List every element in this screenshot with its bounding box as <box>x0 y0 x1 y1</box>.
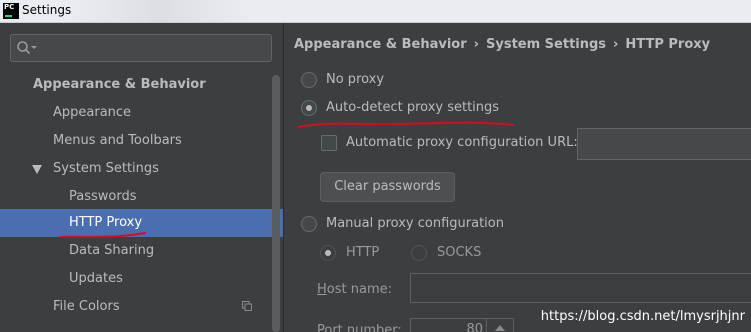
sidebar-item-passwords[interactable]: Passwords <box>0 183 272 211</box>
port-number-label: Port number: <box>317 323 402 332</box>
sidebar-item-appearance[interactable]: Appearance <box>0 99 272 127</box>
pycharm-app-icon: PC <box>3 3 19 19</box>
sidebar-item-http-proxy[interactable]: HTTP Proxy <box>0 209 283 237</box>
auto-detect-label[interactable]: Auto-detect proxy settings <box>326 100 499 115</box>
blurred-title-area <box>70 0 250 22</box>
host-name-input[interactable] <box>410 273 751 303</box>
host-name-mnemonic: H <box>317 282 327 297</box>
sidebar-item-label: Updates <box>69 271 123 286</box>
sidebar-item-label: Menus and Toolbars <box>53 133 182 148</box>
no-proxy-label[interactable]: No proxy <box>326 72 384 87</box>
sidebar-item-updates[interactable]: Updates <box>0 265 272 293</box>
port-number-value: 80 <box>466 322 483 332</box>
search-input[interactable] <box>10 34 272 62</box>
sidebar-item-label: HTTP Proxy <box>69 215 143 230</box>
spinner-up-icon[interactable] <box>486 319 513 332</box>
no-proxy-radio[interactable] <box>301 72 317 88</box>
sidebar-scrollbar[interactable] <box>272 75 280 332</box>
breadcrumb-separator: › <box>613 37 619 52</box>
socks-radio[interactable] <box>411 245 427 261</box>
breadcrumb-item: System Settings <box>486 37 607 52</box>
host-name-label-text: ost name: <box>326 282 392 297</box>
breadcrumb-item: Appearance & Behavior <box>294 37 467 52</box>
http-label[interactable]: HTTP <box>346 245 379 260</box>
sidebar-item-system-settings[interactable]: System Settings <box>0 155 272 183</box>
sidebar-item-label: File Colors <box>53 299 120 314</box>
window-title: Settings <box>22 3 72 17</box>
watermark: https://blog.csdn.net/lmysrjhjnr <box>540 309 745 324</box>
port-number-spinner[interactable]: 80 <box>410 318 514 332</box>
sidebar-item-label: System Settings <box>53 161 159 176</box>
http-proxy-panel: Appearance & Behavior › System Settings › HT… <box>284 23 751 332</box>
manual-proxy-radio[interactable] <box>301 216 317 232</box>
sidebar-item-data-sharing[interactable]: Data Sharing <box>0 237 272 265</box>
auto-config-url-input[interactable] <box>577 128 751 160</box>
sidebar-item-label: Appearance <box>53 105 132 120</box>
sidebar-item-menus-toolbars[interactable]: Menus and Toolbars <box>0 127 272 155</box>
http-radio[interactable] <box>320 245 336 261</box>
clear-passwords-button[interactable]: Clear passwords <box>320 172 455 202</box>
auto-config-url-checkbox[interactable] <box>321 135 337 151</box>
breadcrumb-separator: › <box>473 37 479 52</box>
manual-proxy-label[interactable]: Manual proxy configuration <box>326 216 504 231</box>
sidebar-item-file-colors[interactable]: File Colors <box>0 293 272 321</box>
breadcrumb: Appearance & Behavior › System Settings › HT… <box>294 37 710 52</box>
settings-window: PC Settings Appearance & Behavior Appear… <box>0 0 751 332</box>
title-bar: PC Settings <box>0 0 751 23</box>
sidebar-item-cutoff[interactable] <box>0 321 272 332</box>
auto-config-url-label[interactable]: Automatic proxy configuration URL: <box>346 135 578 150</box>
host-name-label: Host name: <box>317 282 392 297</box>
sidebar-item-label: Data Sharing <box>69 243 155 258</box>
socks-label[interactable]: SOCKS <box>437 245 481 260</box>
sidebar-item-appearance-behavior[interactable]: Appearance & Behavior <box>0 71 272 99</box>
sidebar-item-label: Passwords <box>69 189 137 204</box>
auto-detect-radio[interactable] <box>301 100 317 116</box>
search-icon <box>17 41 37 55</box>
breadcrumb-item: HTTP Proxy <box>625 37 711 52</box>
expand-arrow-icon[interactable] <box>32 165 42 174</box>
copy-icon <box>242 301 252 311</box>
sidebar-item-label: Appearance & Behavior <box>33 77 206 92</box>
settings-sidebar: Appearance & Behavior Appearance Menus a… <box>0 23 284 332</box>
